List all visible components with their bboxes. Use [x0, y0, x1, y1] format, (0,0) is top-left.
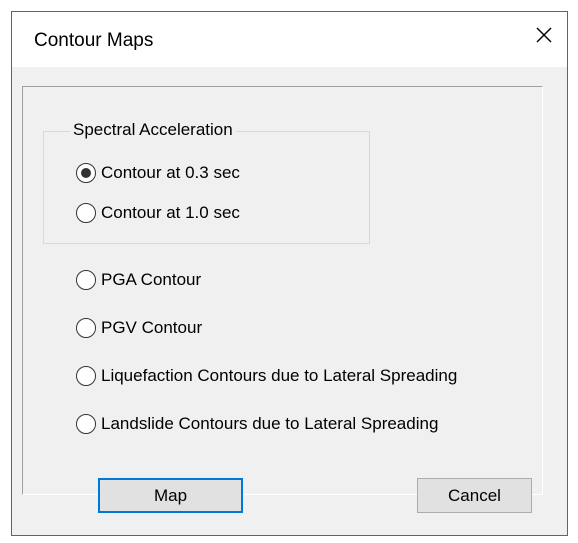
radio-button[interactable] — [76, 366, 96, 386]
radio-button[interactable] — [76, 318, 96, 338]
radio-contour-1-0-sec[interactable]: Contour at 1.0 sec — [76, 203, 240, 223]
radio-label: PGA Contour — [101, 270, 202, 289]
cancel-button[interactable]: Cancel — [417, 478, 532, 513]
dialog-title: Contour Maps — [34, 30, 154, 51]
spectral-acceleration-group — [43, 131, 370, 244]
radio-pgv-contour[interactable]: PGV Contour — [76, 318, 202, 338]
spectral-acceleration-legend: Spectral Acceleration — [70, 120, 236, 140]
radio-button[interactable] — [76, 203, 96, 223]
radio-button-checked[interactable] — [76, 163, 96, 183]
radio-liquefaction-contours[interactable]: Liquefaction Contours due to Lateral Spr… — [76, 366, 457, 386]
radio-pga-contour[interactable]: PGA Contour — [76, 270, 201, 290]
map-button[interactable]: Map — [98, 478, 243, 513]
close-button[interactable] — [521, 12, 567, 57]
radio-label: Landslide Contours due to Lateral Spread… — [101, 414, 439, 433]
radio-label: Contour at 0.3 sec — [101, 163, 240, 182]
radio-label: Contour at 1.0 sec — [101, 203, 240, 222]
radio-landslide-contours[interactable]: Landslide Contours due to Lateral Spread… — [76, 414, 438, 434]
close-icon — [536, 27, 552, 42]
radio-label: PGV Contour — [101, 318, 203, 337]
radio-contour-0-3-sec[interactable]: Contour at 0.3 sec — [76, 163, 240, 183]
radio-button[interactable] — [76, 414, 96, 434]
title-bar: Contour Maps — [12, 12, 567, 67]
radio-label: Liquefaction Contours due to Lateral Spr… — [101, 366, 458, 385]
radio-button[interactable] — [76, 270, 96, 290]
